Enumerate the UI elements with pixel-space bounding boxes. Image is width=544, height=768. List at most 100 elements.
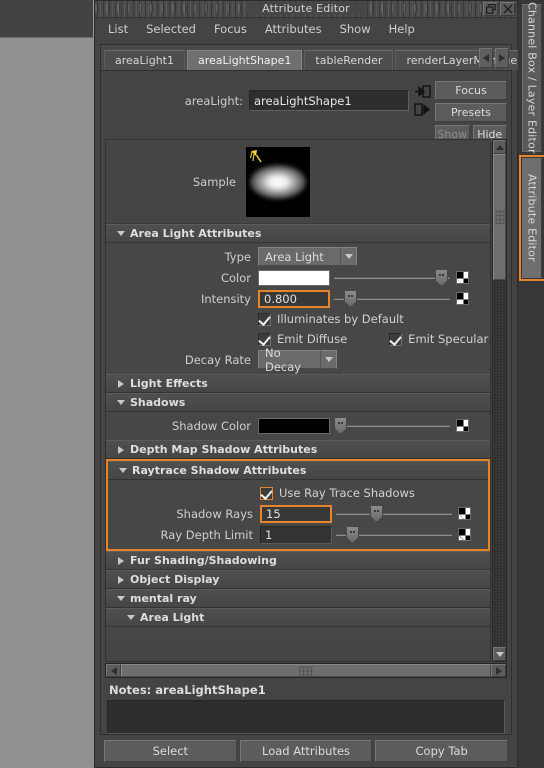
intensity-slider[interactable] (334, 290, 450, 308)
menu-help[interactable]: Help (380, 20, 424, 39)
emit-diffuse-label: Emit Diffuse (277, 332, 348, 346)
section-body-shadows: Shadow Color (106, 412, 490, 440)
section-header-object-display[interactable]: Object Display (106, 570, 490, 589)
node-tabpanel: areaLight: areaLightShape1 Focus Presets… (100, 70, 512, 735)
rail-tab-channel-box-layer-editor[interactable]: Channel Box / Layer Editor (522, 2, 542, 154)
load-attributes-button[interactable]: Load Attributes (239, 740, 373, 762)
type-label: Type (224, 249, 251, 264)
node-tabstrip: areaLight1 areaLightShape1 tableRender r… (100, 44, 533, 70)
section-header-area-light-attributes[interactable]: Area Light Attributes (106, 224, 490, 243)
row-shadow-rays: Shadow Rays 15 (108, 503, 488, 524)
chevron-right-icon[interactable] (495, 48, 509, 68)
select-button[interactable]: Select (104, 740, 237, 762)
intensity-label: Intensity (200, 291, 251, 306)
tab-scroll-arrows (479, 48, 509, 68)
ray-depth-limit-map-button[interactable] (458, 528, 471, 541)
attribute-list-vscrollbar[interactable] (492, 139, 507, 662)
section-title: Area Light Attributes (130, 227, 262, 240)
viewport-toolbar-strip (0, 0, 94, 38)
notes-section: Notes: areaLightShape1 (105, 678, 507, 734)
chevron-down-icon (320, 350, 337, 369)
color-swatch[interactable] (258, 269, 330, 286)
tab-renderlayermanager[interactable]: renderLayerManager (395, 50, 533, 70)
row-illuminates-by-default: Illuminates by Default (106, 309, 490, 329)
raytrace-shadow-attributes-highlight: Raytrace Shadow Attributes Use Ray Trace… (106, 459, 490, 551)
scroll-right-icon[interactable] (491, 664, 506, 677)
output-connection-icon[interactable] (413, 101, 431, 116)
shadow-rays-input[interactable]: 15 (260, 504, 332, 523)
section-header-depth-map-shadow-attributes[interactable]: Depth Map Shadow Attributes (106, 440, 490, 459)
node-action-buttons: Focus Presets Show Hide (435, 77, 507, 144)
tab-tablerender[interactable]: tableRender (304, 50, 394, 70)
sample-swatch[interactable] (246, 146, 310, 217)
shadow-color-label: Shadow Color (171, 418, 251, 433)
section-header-raytrace-shadow-attributes[interactable]: Raytrace Shadow Attributes (108, 461, 488, 480)
shadow-color-map-button[interactable] (456, 419, 469, 432)
sample-label: Sample (192, 174, 236, 189)
type-dropdown[interactable]: Area Light (258, 247, 357, 266)
intensity-input[interactable]: 0.800 (258, 289, 330, 308)
notes-textarea[interactable] (107, 700, 505, 734)
scroll-left-icon[interactable] (106, 664, 121, 677)
color-map-button[interactable] (456, 271, 469, 284)
tab-arealight1[interactable]: areaLight1 (104, 50, 185, 70)
ray-depth-limit-slider[interactable] (336, 526, 452, 544)
hscroll-thumb[interactable] (121, 664, 491, 677)
shadow-rays-slider[interactable] (336, 505, 452, 523)
copy-tab-button[interactable]: Copy Tab (375, 740, 509, 762)
tab-arealightshape1[interactable]: areaLightShape1 (186, 50, 303, 70)
chevron-down-icon (114, 468, 132, 473)
sample-row: Sample (106, 140, 490, 224)
rail-tab-label: Attribute Editor (525, 174, 539, 262)
attribute-scroll-region: Sample Area Light Attributes Type Area L… (105, 139, 507, 662)
emit-specular-checkbox[interactable] (389, 332, 403, 346)
restore-icon[interactable] (483, 2, 498, 16)
bottom-button-bar: Select Load Attributes Copy Tab (100, 735, 512, 767)
use-ray-trace-shadows-label: Use Ray Trace Shadows (279, 486, 415, 500)
section-header-mental-ray[interactable]: mental ray (106, 589, 490, 608)
use-ray-trace-shadows-checkbox[interactable] (260, 486, 273, 500)
section-header-light-effects[interactable]: Light Effects (106, 374, 490, 393)
scroll-down-icon[interactable] (493, 647, 506, 661)
window-titlebar[interactable]: Attribute Editor (95, 1, 517, 18)
chevron-left-icon[interactable] (479, 48, 493, 68)
shadow-color-swatch[interactable] (258, 417, 330, 434)
menu-attributes[interactable]: Attributes (256, 20, 331, 39)
chevron-right-icon (112, 556, 130, 565)
ray-depth-limit-input[interactable]: 1 (260, 525, 332, 544)
decay-rate-dropdown-value: No Decay (258, 346, 320, 374)
decay-rate-dropdown[interactable]: No Decay (258, 346, 337, 374)
connection-arrows (409, 77, 435, 116)
menu-show[interactable]: Show (331, 20, 380, 39)
menu-list[interactable]: List (99, 20, 137, 39)
color-label: Color (220, 270, 251, 285)
input-connection-icon[interactable] (414, 83, 431, 98)
vscroll-thumb[interactable] (493, 154, 506, 280)
window-controls (483, 2, 515, 16)
section-title: Fur Shading/Shadowing (130, 554, 277, 567)
shadow-color-slider[interactable] (334, 417, 450, 435)
section-header-area-light[interactable]: Area Light (106, 608, 490, 627)
section-header-shadows[interactable]: Shadows (106, 393, 490, 412)
section-header-fur-shading-shadowing[interactable]: Fur Shading/Shadowing (106, 551, 490, 570)
illuminates-by-default-checkbox[interactable] (258, 312, 271, 326)
intensity-map-button[interactable] (456, 292, 469, 305)
rail-tab-attribute-editor[interactable]: Attribute Editor (522, 158, 542, 278)
node-name-input[interactable]: areaLightShape1 (249, 90, 409, 111)
window-title: Attribute Editor (246, 2, 366, 15)
focus-button[interactable]: Focus (435, 81, 507, 100)
vscroll-track[interactable] (493, 154, 506, 647)
presets-button[interactable]: Presets (435, 103, 507, 122)
menu-selected[interactable]: Selected (137, 20, 205, 39)
shadow-rays-map-button[interactable] (458, 507, 471, 520)
attribute-list-hscrollbar[interactable] (105, 663, 507, 678)
close-icon[interactable] (500, 2, 515, 16)
scroll-up-icon[interactable] (493, 140, 506, 154)
menu-focus[interactable]: Focus (205, 20, 256, 39)
color-slider[interactable] (334, 269, 450, 287)
decay-rate-label: Decay Rate (184, 352, 251, 367)
emit-diffuse-checkbox[interactable] (258, 332, 271, 346)
section-title: Shadows (130, 396, 186, 409)
section-title: Light Effects (130, 377, 208, 390)
attribute-list: Sample Area Light Attributes Type Area L… (105, 139, 491, 662)
